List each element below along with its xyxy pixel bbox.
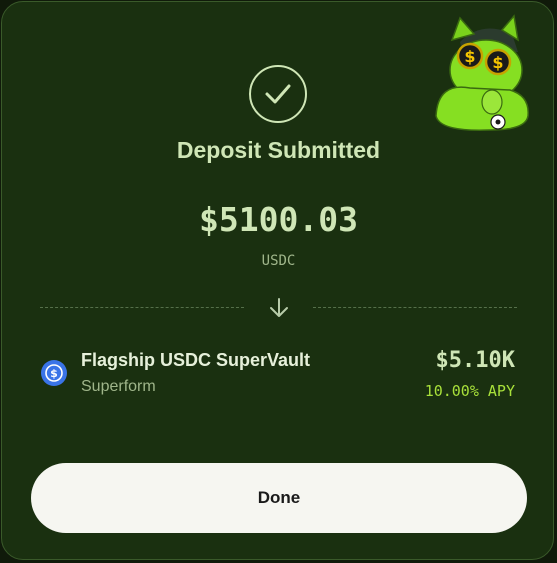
arrow-down-icon (270, 298, 288, 317)
vault-apy: 10.00% APY (424, 382, 515, 400)
deposit-title: Deposit Submitted (176, 137, 381, 163)
deposit-modal: $ $ Deposit Submitted $5100.03 USDC $ Fl… (1, 1, 554, 560)
divider-right (313, 307, 517, 308)
cat-mascot-icon: $ $ (435, 14, 529, 131)
svg-text:$: $ (464, 47, 475, 66)
deposit-currency: USDC (261, 253, 296, 269)
svg-text:$: $ (50, 367, 58, 380)
divider-left (40, 307, 244, 308)
done-button[interactable]: Done (31, 463, 527, 533)
vault-provider: Superform (81, 378, 156, 395)
vault-name: Flagship USDC SuperVault (81, 350, 311, 370)
success-check-icon (249, 65, 307, 123)
svg-text:$: $ (492, 53, 503, 72)
superform-vault-icon: $ (41, 360, 67, 386)
deposit-amount: $5100.03 (199, 200, 358, 239)
vault-value: $5.10K (435, 348, 515, 373)
